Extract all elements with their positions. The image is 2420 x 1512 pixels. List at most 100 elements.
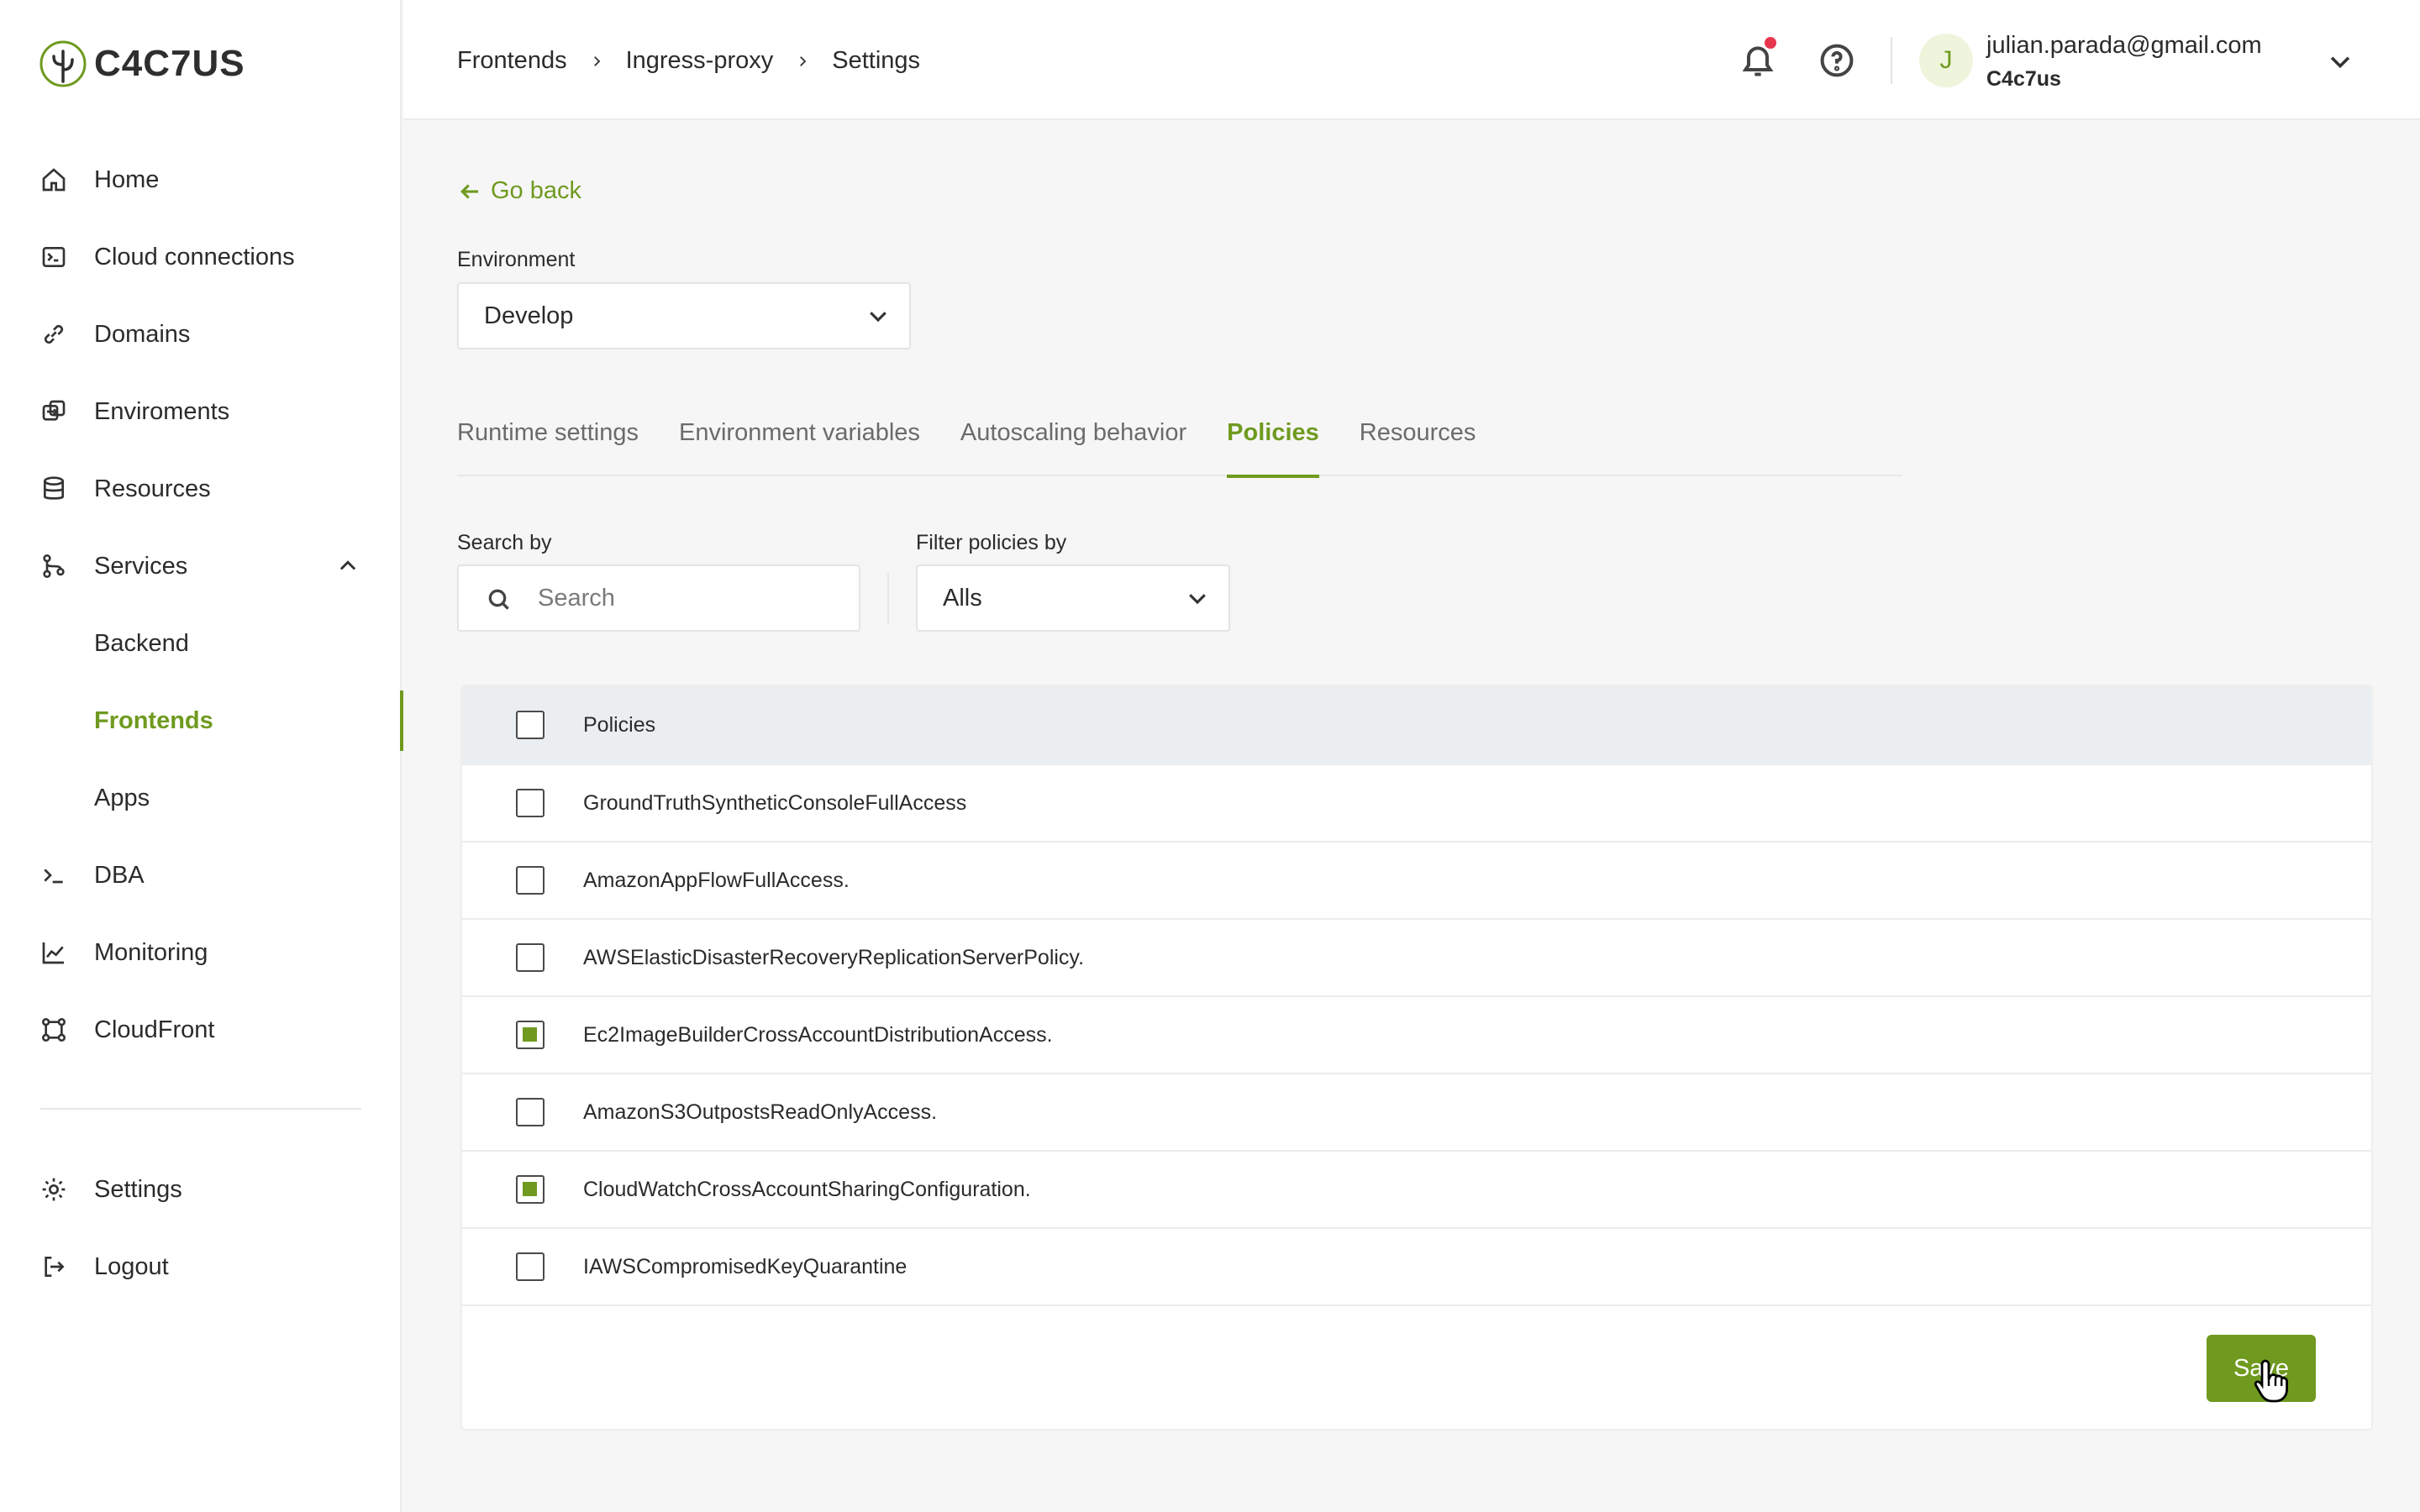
notifications-button[interactable] <box>1738 37 1778 81</box>
policy-name: CloudWatchCrossAccountSharingConfigurati… <box>583 1177 1031 1201</box>
sidebar-item-label: CloudFront <box>94 1016 215 1043</box>
sidebar-item-cloud-connections[interactable]: Cloud connections <box>0 218 402 296</box>
search-icon <box>488 589 509 610</box>
sidebar-item-label: Logout <box>94 1252 169 1280</box>
sidebar-item-label: DBA <box>94 861 145 889</box>
sidebar-item-domains[interactable]: Domains <box>0 296 402 373</box>
save-button[interactable]: Save <box>2207 1335 2316 1402</box>
search-input[interactable] <box>538 584 840 612</box>
row-checkbox[interactable] <box>516 1021 544 1049</box>
tab-resources[interactable]: Resources <box>1360 407 1476 476</box>
environment-label: Environment <box>457 248 576 271</box>
table-row[interactable]: GroundTruthSyntheticConsoleFullAccess <box>462 764 2371 841</box>
sidebar-item-cloudfront[interactable]: CloudFront <box>0 991 402 1068</box>
prompt-icon <box>39 860 69 890</box>
filter-value: Alls <box>943 584 982 612</box>
search-field <box>457 564 860 632</box>
sidebar-nav: Home Cloud connections Domains Enviromen… <box>0 141 403 1068</box>
sidebar: C4C7US Home Cloud connections Domains En… <box>0 0 403 1512</box>
sidebar-item-dba[interactable]: DBA <box>0 837 402 914</box>
chevron-down-icon <box>865 303 891 328</box>
swap-icon <box>39 396 69 427</box>
home-icon <box>39 165 69 195</box>
sidebar-subitem-apps[interactable]: Apps <box>0 759 402 837</box>
go-back-link[interactable]: Go back <box>457 177 581 205</box>
chevron-right-icon <box>589 54 604 69</box>
sidebar-bottom: Settings Logout <box>0 1151 402 1305</box>
policy-name: IAWSCompromisedKeyQuarantine <box>583 1254 908 1278</box>
sidebar-item-label: Cloud connections <box>94 243 295 270</box>
sidebar-item-label: Frontends <box>94 706 213 734</box>
environment-value: Develop <box>484 302 574 329</box>
user-email: julian.parada@gmail.com <box>1986 32 2262 59</box>
sidebar-item-label: Services <box>94 552 188 580</box>
table-row[interactable]: AmazonAppFlowFullAccess. <box>462 841 2371 918</box>
policies-table: Policies GroundTruthSyntheticConsoleFull… <box>460 685 2373 1431</box>
table-row[interactable]: Ec2ImageBuilderCrossAccountDistributionA… <box>462 995 2371 1073</box>
filter-separator <box>887 573 889 625</box>
sidebar-divider <box>40 1108 361 1110</box>
table-row[interactable]: CloudWatchCrossAccountSharingConfigurati… <box>462 1150 2371 1227</box>
sidebar-item-label: Domains <box>94 320 191 348</box>
row-checkbox[interactable] <box>516 866 544 895</box>
sidebar-item-home[interactable]: Home <box>0 141 402 218</box>
row-checkbox[interactable] <box>516 1098 544 1126</box>
breadcrumb-item[interactable]: Ingress-proxy <box>626 47 774 75</box>
row-checkbox[interactable] <box>516 1252 544 1281</box>
search-label: Search by <box>457 531 552 554</box>
tab-autoscaling-behavior[interactable]: Autoscaling behavior <box>960 407 1186 476</box>
sidebar-item-label: Home <box>94 165 160 193</box>
gear-icon <box>39 1174 69 1205</box>
user-menu-chevron-down-icon[interactable] <box>2326 47 2354 76</box>
sidebar-item-label: Backend <box>94 629 189 657</box>
environment-select[interactable]: Develop <box>457 282 911 349</box>
chevron-right-icon <box>795 54 810 69</box>
user-org: C4c7us <box>1986 67 2061 91</box>
table-footer: Save <box>462 1305 2371 1429</box>
sidebar-item-label: Apps <box>94 784 150 811</box>
table-row[interactable]: AWSElasticDisasterRecoveryReplicationSer… <box>462 918 2371 995</box>
tab-environment-variables[interactable]: Environment variables <box>679 407 920 476</box>
sidebar-item-services[interactable]: Services <box>0 528 402 605</box>
chevron-down-icon <box>1185 585 1210 611</box>
link-icon <box>39 319 69 349</box>
header-divider <box>1891 37 1892 84</box>
avatar[interactable]: J <box>1919 34 1973 87</box>
main-content: Go back Environment Develop Runtime sett… <box>403 122 2420 1512</box>
select-all-checkbox[interactable] <box>516 711 544 739</box>
help-icon <box>1820 44 1854 77</box>
help-button[interactable] <box>1817 40 1857 81</box>
sidebar-item-label: Resources <box>94 475 211 502</box>
sidebar-item-label: Monitoring <box>94 938 208 966</box>
table-header: Policies <box>462 686 2371 764</box>
column-header-policies: Policies <box>583 712 656 737</box>
tab-runtime-settings[interactable]: Runtime settings <box>457 407 639 476</box>
sidebar-subitem-frontends[interactable]: Frontends <box>0 682 403 759</box>
tab-policies[interactable]: Policies <box>1227 407 1319 478</box>
logo-text: C4C7US <box>94 43 245 84</box>
sidebar-item-label: Settings <box>94 1175 182 1203</box>
sidebar-item-logout[interactable]: Logout <box>0 1228 402 1305</box>
git-branch-icon <box>39 551 69 581</box>
filter-policies-select[interactable]: Alls <box>916 564 1230 632</box>
row-checkbox[interactable] <box>516 943 544 972</box>
sidebar-item-label: Enviroments <box>94 397 230 425</box>
policy-name: AmazonS3OutpostsReadOnlyAccess. <box>583 1100 938 1124</box>
logo[interactable]: C4C7US <box>39 39 245 89</box>
filter-label: Filter policies by <box>916 531 1067 554</box>
line-chart-icon <box>39 937 69 968</box>
sidebar-item-resources[interactable]: Resources <box>0 450 402 528</box>
cactus-logo-icon <box>39 40 87 87</box>
sidebar-item-enviroments[interactable]: Enviroments <box>0 373 402 450</box>
breadcrumb-item[interactable]: Frontends <box>457 47 567 75</box>
row-checkbox[interactable] <box>516 789 544 817</box>
table-row[interactable]: IAWSCompromisedKeyQuarantine <box>462 1227 2371 1305</box>
sidebar-subitem-backend[interactable]: Backend <box>0 605 402 682</box>
top-header: Frontends Ingress-proxy Settings J julia… <box>403 0 2420 120</box>
policy-name: GroundTruthSyntheticConsoleFullAccess <box>583 790 967 815</box>
table-row[interactable]: AmazonS3OutpostsReadOnlyAccess. <box>462 1073 2371 1150</box>
sidebar-item-settings[interactable]: Settings <box>0 1151 402 1228</box>
chevron-up-icon[interactable] <box>336 554 360 578</box>
row-checkbox[interactable] <box>516 1175 544 1204</box>
sidebar-item-monitoring[interactable]: Monitoring <box>0 914 402 991</box>
